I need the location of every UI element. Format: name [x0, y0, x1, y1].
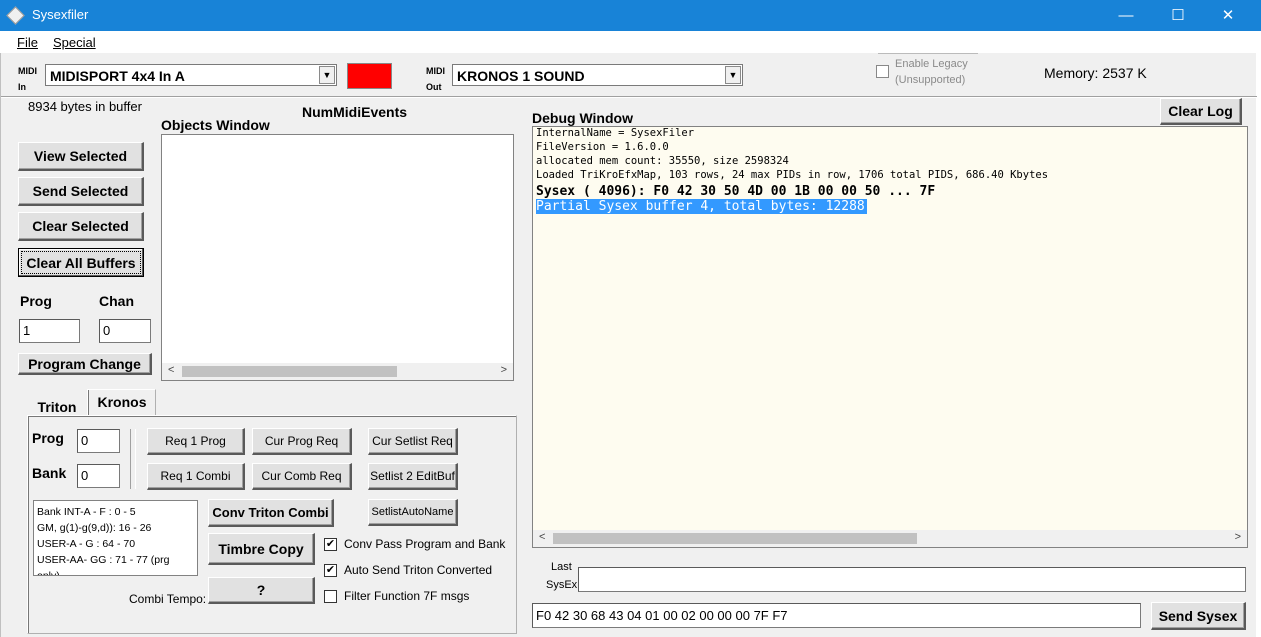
setlist-2-editbuf-button[interactable]: Setlist 2 EditBuf [368, 463, 458, 490]
auto-send-triton-checkbox[interactable]: ✔ [324, 564, 337, 577]
debug-hscrollbar[interactable]: < > [533, 530, 1247, 547]
send-sysex-button[interactable]: Send Sysex [1151, 602, 1246, 630]
bank-info-line: Bank INT-A - F : 0 - 5 [37, 506, 136, 518]
program-change-button[interactable]: Program Change [18, 353, 152, 375]
chevron-left-icon[interactable]: < [168, 364, 174, 376]
menu-bar: File Special [0, 31, 1261, 53]
kronos-prog-label: Prog [32, 430, 64, 446]
chevron-left-icon[interactable]: < [539, 531, 545, 543]
clear-log-button[interactable]: Clear Log [1160, 98, 1242, 125]
view-selected-button[interactable]: View Selected [18, 142, 144, 171]
client-area: MIDI In MIDISPORT 4x4 In A ▼ MIDI Out KR… [0, 53, 1257, 637]
enable-legacy-checkbox[interactable] [876, 65, 889, 78]
cur-comb-req-button[interactable]: Cur Comb Req [252, 463, 352, 490]
combi-tempo-label: Combi Tempo: [129, 592, 207, 606]
help-button[interactable]: ? [208, 577, 315, 604]
divider [1, 96, 1257, 98]
conv-pass-program-label: Conv Pass Program and Bank [344, 537, 506, 551]
bank-info-box: Bank INT-A - F : 0 - 5 GM, g(1)-g(9,d)):… [33, 500, 198, 576]
midi-out-select[interactable]: KRONOS 1 SOUND ▼ [452, 64, 743, 86]
midi-out-label: MIDI [426, 66, 445, 76]
objects-hscrollbar[interactable]: < > [162, 363, 513, 380]
separator [878, 53, 978, 55]
menu-file[interactable]: File [17, 35, 38, 50]
app-icon [6, 6, 25, 25]
buffer-status: 8934 bytes in buffer [28, 99, 142, 114]
chevron-down-icon[interactable]: ▼ [319, 66, 335, 84]
cur-prog-req-button[interactable]: Cur Prog Req [252, 428, 352, 455]
midi-in-sublabel: In [18, 82, 26, 92]
req-1-combi-button[interactable]: Req 1 Combi [147, 463, 245, 490]
filter-function-checkbox[interactable] [324, 590, 337, 603]
chevron-down-icon[interactable]: ▼ [725, 66, 741, 84]
midi-in-value: MIDISPORT 4x4 In A [50, 68, 185, 84]
last-sysex-label: Last [551, 561, 572, 573]
prog-input[interactable]: 1 [19, 319, 80, 343]
window-title: Sysexfiler [32, 7, 89, 22]
close-button[interactable]: ✕ [1205, 0, 1251, 31]
bank-info-line: USER-A - G : 64 - 70 [37, 538, 136, 550]
minimize-button[interactable]: — [1103, 0, 1149, 31]
cur-setlist-req-button[interactable]: Cur Setlist Req [368, 428, 458, 455]
num-midi-events-label: NumMidiEvents [302, 104, 408, 120]
send-selected-button[interactable]: Send Selected [18, 177, 144, 206]
timbre-copy-button[interactable]: Timbre Copy [208, 533, 315, 565]
conv-triton-combi-button[interactable]: Conv Triton Combi [208, 499, 334, 527]
log-line: Sysex ( 4096): F0 42 30 50 4D 00 1B 00 0… [536, 184, 936, 199]
midi-activity-indicator [347, 63, 392, 89]
bank-info-line: USER-AA- GG : 71 - 77 (prg only) [37, 554, 170, 576]
clear-selected-button[interactable]: Clear Selected [18, 212, 144, 241]
log-line: FileVersion = 1.6.0.0 [536, 141, 669, 153]
kronos-prog-input[interactable]: 0 [77, 429, 120, 453]
tab-kronos-label: Kronos [97, 394, 147, 410]
chan-label: Chan [99, 293, 134, 309]
enable-legacy-label: Enable Legacy [895, 58, 968, 70]
debug-log[interactable]: InternalName = SysexFiler FileVersion = … [532, 126, 1248, 548]
maximize-button[interactable]: ☐ [1155, 0, 1201, 31]
kronos-bank-label: Bank [32, 465, 67, 481]
menu-special-label: Special [53, 35, 96, 50]
conv-pass-program-checkbox[interactable]: ✔ [324, 538, 337, 551]
kronos-bank-input[interactable]: 0 [77, 464, 120, 488]
objects-window-title: Objects Window [161, 117, 270, 133]
last-sysex-field [578, 567, 1246, 592]
midi-in-select[interactable]: MIDISPORT 4x4 In A ▼ [45, 64, 337, 86]
setlist-autoname-button[interactable]: SetlistAutoName [368, 499, 458, 526]
last-sysex-sublabel: SysEx [546, 579, 578, 591]
auto-send-triton-label: Auto Send Triton Converted [344, 563, 493, 577]
tab-kronos[interactable]: Kronos [87, 389, 156, 416]
clear-all-buffers-button[interactable]: Clear All Buffers [18, 248, 144, 277]
prog-label: Prog [20, 293, 52, 309]
chevron-right-icon[interactable]: > [1235, 531, 1241, 543]
menu-file-label: File [17, 35, 38, 50]
enable-legacy-sublabel: (Unsupported) [895, 74, 966, 86]
midi-in-label: MIDI [18, 66, 37, 76]
title-bar[interactable]: Sysexfiler — ☐ ✕ [0, 0, 1261, 31]
scroll-thumb[interactable] [182, 366, 397, 377]
filter-function-label: Filter Function 7F msgs [344, 589, 470, 603]
memory-label: Memory: 2537 K [1044, 65, 1147, 81]
log-line: Loaded TriKroEfxMap, 103 rows, 24 max PI… [536, 169, 1049, 181]
log-line-selected: Partial Sysex buffer 4, total bytes: 122… [536, 199, 867, 214]
objects-list[interactable]: < > [161, 134, 514, 381]
chevron-right-icon[interactable]: > [501, 364, 507, 376]
vertical-divider [130, 429, 136, 489]
midi-out-value: KRONOS 1 SOUND [457, 68, 585, 84]
send-sysex-input[interactable]: F0 42 30 68 43 04 01 00 02 00 00 00 7F F… [532, 603, 1141, 628]
chan-input[interactable]: 0 [99, 319, 151, 343]
debug-window-title: Debug Window [532, 110, 633, 126]
req-1-prog-button[interactable]: Req 1 Prog [147, 428, 245, 455]
log-line: InternalName = SysexFiler [536, 127, 695, 139]
menu-special[interactable]: Special [53, 35, 96, 50]
log-line: allocated mem count: 35550, size 2598324 [536, 155, 789, 167]
bank-info-line: GM, g(1)-g(9,d)): 16 - 26 [37, 522, 152, 534]
scroll-thumb[interactable] [553, 533, 917, 544]
midi-out-sublabel: Out [426, 82, 442, 92]
